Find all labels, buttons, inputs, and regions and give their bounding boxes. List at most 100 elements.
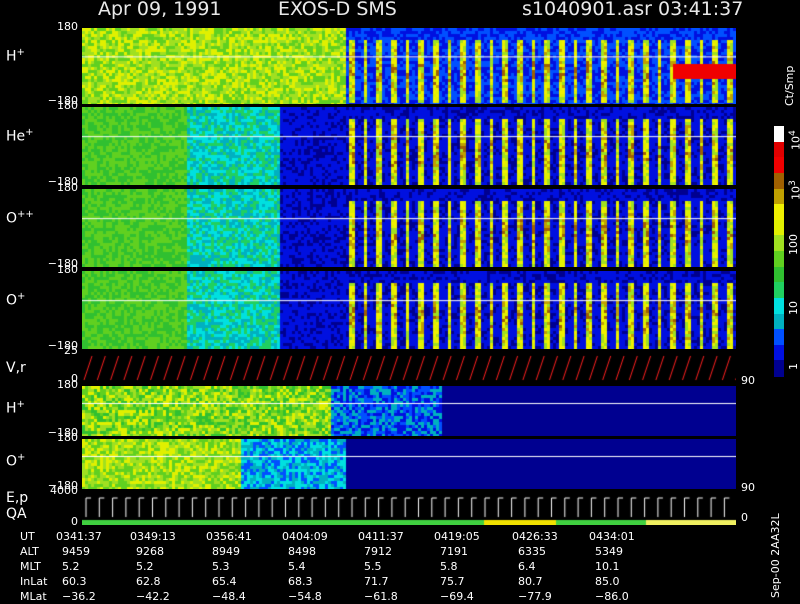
panel-4-ytick: 25 [64,344,78,357]
ephemeris-row-name: ALT [20,545,39,558]
panel-3-label: O+ [6,291,25,309]
color-scale-swatch [774,266,784,283]
color-scale-swatch [774,329,784,346]
ephemeris-value: 0434:01 [589,530,635,543]
ephemeris-row-mlat: MLat −36.2 −42.2 −48.4 −54.8 −61.8 −69.4 −77.9 −… [0,590,800,604]
ephemeris-value: 5.2 [136,560,154,573]
ephemeris-value: 60.3 [62,575,87,588]
ephemeris-value: 85.0 [595,575,620,588]
ephemeris-value: −48.4 [212,590,246,603]
ephemeris-value: 80.7 [518,575,543,588]
panel-7-ytick: 4000 [50,484,78,497]
ephemeris-value: 5.3 [212,560,230,573]
color-scale-swatch [774,297,784,314]
color-scale-tick: 103 [787,180,800,200]
panel-2-spectrogram [82,189,736,267]
panel-6 [82,439,736,489]
color-scale-tick-base: 10 [789,136,800,150]
panel-6-label: O+ [6,452,25,470]
ephemeris-value: 10.1 [595,560,620,573]
color-scale-swatch [774,235,784,252]
panel-5-label: H+ [6,399,25,417]
panel-5-spectrogram [82,386,736,436]
panel-4 [82,352,736,382]
color-scale-swatch [774,126,784,143]
color-scale-tick: 104 [787,130,800,150]
panel-1 [82,107,736,185]
panel-0 [82,28,736,104]
color-scale-tick: 10 [787,301,800,315]
color-scale-tick: 1 [787,363,800,370]
panel-0-spectrogram [82,28,736,104]
panel-4-species: V,r [6,359,26,376]
color-scale-swatch [774,188,784,205]
ephemeris-value: −61.8 [364,590,398,603]
file-time: 03:41:37 [658,0,744,20]
ephemeris-value: 8949 [212,545,240,558]
panel-7-label2: QA [6,506,27,522]
ephemeris-value: 5.5 [364,560,382,573]
panel-0-species: H [6,48,17,65]
panel-7-label: E,p QA [6,490,28,522]
ephemeris-value: 0419:05 [434,530,480,543]
panel-0-label: H+ [6,47,25,65]
color-scale-swatch [774,360,784,377]
panel-3-species: O [6,292,18,309]
panel-4-label: V,r [6,360,26,376]
panel-5 [82,386,736,436]
color-scale-tick-base: 1 [787,363,800,370]
panel-2-label: O++ [6,209,34,227]
panel-2 [82,189,736,267]
ephemeris-value: 68.3 [288,575,313,588]
panel-2-ytick: 180 [57,181,78,194]
panel-1-spectrogram [82,107,736,185]
ephemeris-row-ut: UT 0341:37 0349:13 0356:41 0404:09 0411:37 041… [0,530,800,544]
panel-2-charge: ++ [17,208,34,220]
panel-3-spectrogram [82,271,736,349]
panel-6-ytick: 180 [57,431,78,444]
color-scale-tick-exponent: 3 [787,180,798,186]
panel-6-right-tick: 90 [741,481,755,494]
panel-7-right-tick: 0 [741,511,748,524]
ephemeris-value: 0349:13 [130,530,176,543]
panel-6-species: O [6,453,18,470]
panel-0-ytick: 180 [57,20,78,33]
panel-1-charge: + [25,126,34,138]
ephemeris-value: 0411:37 [358,530,404,543]
panel-7-species: E,p [6,490,29,506]
ephemeris-value: −77.9 [518,590,552,603]
panel-4-right-tick: 90 [741,374,755,387]
ephemeris-value: 6.4 [518,560,536,573]
panel-1-species: He [6,128,26,145]
panel-3-ytick: 180 [57,263,78,276]
panel-1-label: He+ [6,127,34,145]
color-scale-swatch [774,141,784,158]
color-scale-tick: 100 [787,234,800,255]
panel-7-spectrogram [82,492,736,525]
color-scale-unit: Ct/Smp [783,65,796,106]
panel-5-species: H [6,400,17,417]
plot-instrument: EXOS-D SMS [278,0,397,20]
panel-7 [82,492,736,525]
ephemeris-value: −42.2 [136,590,170,603]
panel-3 [82,271,736,349]
panel-1-ytick: 180 [57,99,78,112]
panel-5-ytick: 180 [57,378,78,391]
color-scale-swatch [774,204,784,221]
panel-5-charge: + [16,398,25,410]
ephemeris-value: 0356:41 [206,530,252,543]
color-scale-swatch [774,313,784,330]
panel-6-charge: + [17,451,26,463]
ephemeris-value: 5.4 [288,560,306,573]
panel-4-spectrogram [82,352,736,382]
ephemeris-row-inlat: InLat 60.3 62.8 65.4 68.3 71.7 75.7 80.7 85.0 [0,575,800,589]
ephemeris-value: −36.2 [62,590,96,603]
panel-0-charge: + [16,47,25,58]
ephemeris-value: 6335 [518,545,546,558]
color-scale-swatch [774,172,784,189]
ephemeris-value: 75.7 [440,575,465,588]
plot-date: Apr 09, 1991 [98,0,222,20]
ephemeris-value: 71.7 [364,575,389,588]
color-scale-tick-exponent: 4 [787,130,798,136]
ephemeris-row-name: InLat [20,575,48,588]
